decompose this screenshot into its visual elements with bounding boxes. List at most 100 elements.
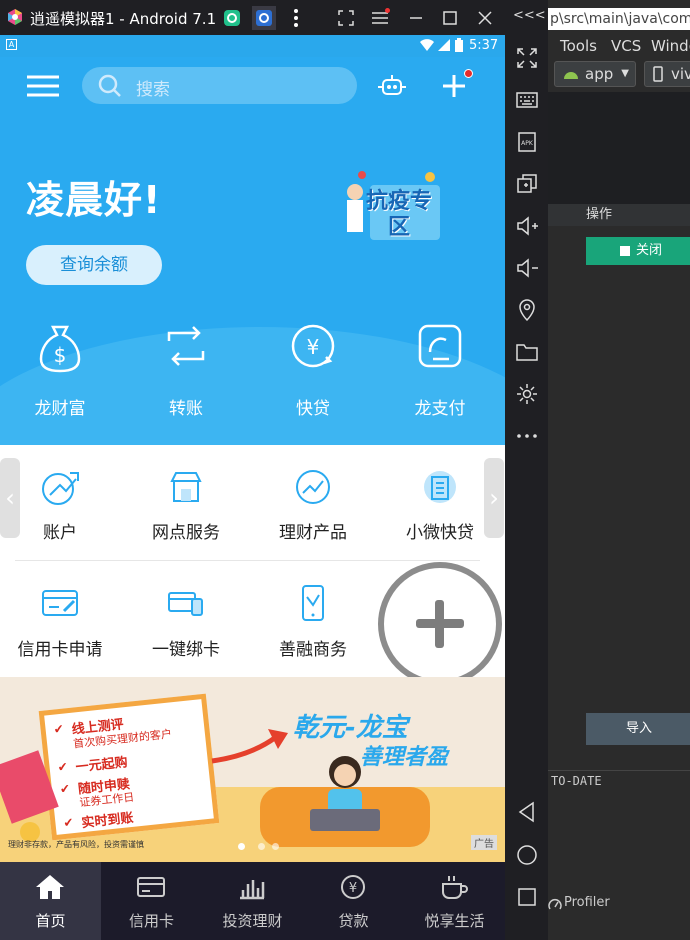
wifi-icon xyxy=(420,39,434,51)
keyboard-icon[interactable] xyxy=(515,88,539,112)
minimize-button[interactable] xyxy=(404,6,428,30)
import-button[interactable]: 导入 xyxy=(586,713,690,745)
money-bag-icon[interactable]: $ xyxy=(33,319,87,373)
search-icon xyxy=(98,74,121,97)
service-label: 理财产品 xyxy=(279,523,347,543)
ad-tag: 广告 xyxy=(471,835,497,850)
tab-credit-card[interactable]: 信用卡 xyxy=(101,862,202,940)
tab-life[interactable]: 悦享生活 xyxy=(404,862,505,940)
svg-text:¥: ¥ xyxy=(307,335,320,359)
volume-up-icon[interactable] xyxy=(515,214,539,238)
shortcut-label: 龙支付 xyxy=(414,399,466,419)
folder-icon[interactable] xyxy=(515,340,539,364)
tab-label: 投资理财 xyxy=(222,912,283,930)
multi-window-icon[interactable] xyxy=(515,172,539,196)
tab-label: 首页 xyxy=(35,912,66,930)
home-header: 搜索 凌晨好! 查询余额 抗疫专区 $ ¥ 龙财富 转账 快贷 龙支付 xyxy=(0,57,505,445)
loan-icon[interactable]: ¥ xyxy=(286,319,340,373)
ide-window: p\src\main\java\com\ Tools VCS Windo app… xyxy=(548,0,690,940)
checkmark-icon: ✔ xyxy=(52,721,65,737)
chevron-down-icon: ▼ xyxy=(621,68,629,79)
promo-banner[interactable]: 线上测评 首次购买理财的客户 一元起购 随时申赎 证券工作日 实时到账 ✔ ✔ … xyxy=(0,677,505,862)
ide-file-path: p\src\main\java\com\ xyxy=(548,8,690,30)
apk-install-icon[interactable]: APK xyxy=(515,130,539,154)
credit-card-icon xyxy=(137,877,165,897)
menu-icon[interactable] xyxy=(368,6,392,30)
money-decoration-icon xyxy=(0,750,59,842)
promo-text: 抗疫专区 xyxy=(366,189,433,240)
close-button[interactable]: 关闭 xyxy=(586,237,690,265)
bar-chart-icon xyxy=(240,880,265,900)
banner-board: 线上测评 首次购买理财的客户 一元起购 随时申赎 证券工作日 实时到账 ✔ ✔ … xyxy=(38,693,220,841)
epidemic-promo[interactable]: 抗疫专区 xyxy=(340,167,445,247)
home-icon xyxy=(36,875,64,899)
service-label: 善融商务 xyxy=(279,640,347,660)
bind-card-icon[interactable] xyxy=(166,583,206,623)
more-vertical-icon[interactable] xyxy=(284,6,308,30)
commerce-icon[interactable] xyxy=(293,583,333,623)
grid-divider xyxy=(15,560,480,561)
pay-icon[interactable] xyxy=(413,319,467,373)
ide-menu-tools[interactable]: Tools xyxy=(560,37,597,55)
volume-down-icon[interactable] xyxy=(515,256,539,280)
expand-sidebar-button[interactable]: <<< xyxy=(513,8,546,23)
device-value: viv xyxy=(671,65,690,83)
svg-text:APK: APK xyxy=(521,140,534,147)
search-input[interactable]: 搜索 xyxy=(82,67,357,104)
service-grid: ‹ › 账户 网点服务 理财产品 小微快贷 信用卡申请 一键绑卡 善融商务 xyxy=(0,445,505,686)
settings-gear-icon[interactable] xyxy=(515,382,539,406)
tab-home[interactable]: 首页 xyxy=(0,862,101,940)
profiler-tab[interactable]: Profiler xyxy=(548,895,690,915)
status-time: 5:37 xyxy=(469,38,499,53)
stop-icon xyxy=(620,246,630,256)
tab-loan[interactable]: ¥ 贷款 xyxy=(303,862,404,940)
service-label: 一键绑卡 xyxy=(152,640,220,660)
woman-laptop-illustration-icon xyxy=(260,756,430,847)
branch-icon[interactable] xyxy=(166,467,206,507)
app-center-icon[interactable] xyxy=(220,6,244,30)
fullscreen-icon[interactable] xyxy=(334,6,358,30)
location-icon[interactable] xyxy=(515,298,539,322)
operation-column-header: 操作 xyxy=(548,204,690,226)
maximize-button[interactable] xyxy=(438,6,462,30)
check-balance-button[interactable]: 查询余额 xyxy=(26,245,162,285)
build-log: TO-DATE xyxy=(548,770,690,882)
tab-investment[interactable]: 投资理财 xyxy=(202,862,303,940)
active-app-icon[interactable] xyxy=(252,6,276,30)
robot-assistant-icon[interactable] xyxy=(377,74,407,98)
back-nav-icon[interactable] xyxy=(515,800,539,824)
ide-menu-window[interactable]: Windo xyxy=(651,37,690,55)
account-icon[interactable] xyxy=(40,467,80,507)
profiler-label: Profiler xyxy=(564,895,610,910)
add-icon[interactable] xyxy=(442,74,466,98)
carousel-dot xyxy=(272,843,279,850)
greeting-text: 凌晨好! xyxy=(26,178,162,222)
run-config-value: app xyxy=(585,65,614,83)
close-button[interactable] xyxy=(473,6,497,30)
run-config-select[interactable]: app ▼ xyxy=(554,61,636,87)
home-nav-icon[interactable] xyxy=(515,843,539,867)
hamburger-menu-icon[interactable] xyxy=(27,75,59,97)
battery-icon xyxy=(455,38,463,52)
emulator-toolbar: <<< APK xyxy=(505,0,548,940)
service-label: 网点服务 xyxy=(152,523,220,543)
card-apply-icon[interactable] xyxy=(40,583,80,623)
profiler-icon xyxy=(548,899,562,910)
smallloan-icon[interactable] xyxy=(420,467,460,507)
ide-menu-vcs[interactable]: VCS xyxy=(611,37,641,55)
resize-icon[interactable] xyxy=(515,46,539,70)
recents-nav-icon[interactable] xyxy=(515,885,539,909)
transfer-icon[interactable] xyxy=(159,319,213,373)
svg-text:¥: ¥ xyxy=(349,881,357,896)
banner-line-4: 实时到账 xyxy=(80,810,135,832)
tab-label: 信用卡 xyxy=(128,912,174,930)
floating-add-button[interactable] xyxy=(378,562,502,686)
notification-dot xyxy=(464,69,473,78)
emulator-logo-icon xyxy=(8,9,22,25)
carousel-dot xyxy=(238,843,245,850)
more-horizontal-icon[interactable] xyxy=(515,424,539,448)
shortcut-label: 龙财富 xyxy=(34,399,86,419)
emulator-title: 逍遥模拟器1 - Android 7.1 xyxy=(30,10,217,28)
device-select[interactable]: viv xyxy=(644,61,690,87)
finance-icon[interactable] xyxy=(293,467,333,507)
